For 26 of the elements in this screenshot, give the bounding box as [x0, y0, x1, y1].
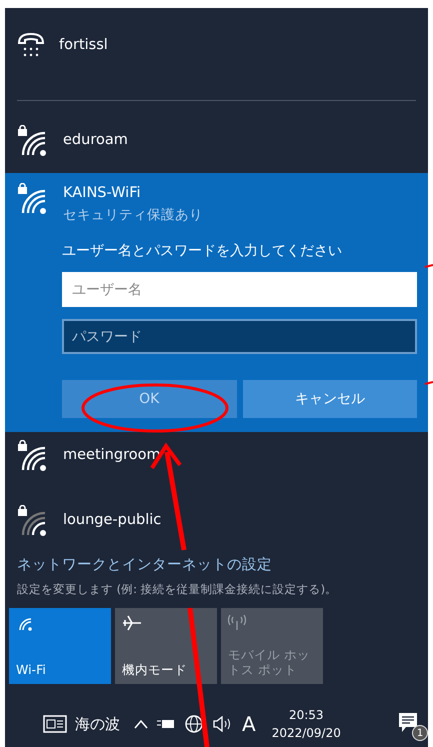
settings-description: 設定を変更します (例: 接続を従量制課金接続に設定する)。 [16, 580, 338, 598]
notification-count: 1 [412, 725, 428, 741]
tile-label: Wi-Fi [16, 662, 47, 678]
weather-text[interactable]: 海の波 [75, 712, 120, 736]
network-name: fortissl [59, 36, 108, 56]
quick-action-tile[interactable]: Wi-Fi [9, 608, 111, 684]
tile-label: 機内モード [122, 662, 188, 678]
network-name: meetingroom [63, 446, 161, 466]
settings-link[interactable]: ネットワークとインターネットの設定 [5, 555, 428, 577]
prompt-text: ユーザー名とパスワードを入力してください [62, 242, 342, 261]
quick-action-tile[interactable]: 機内モード [115, 608, 217, 684]
network-name: lounge-public [63, 511, 162, 530]
network-item[interactable]: eduroam [5, 109, 428, 173]
network-item[interactable]: lounge-public [5, 489, 428, 553]
tile-label: モバイル ホットス ポット [228, 646, 311, 678]
network-status: セキュリティ保護あり [63, 206, 203, 225]
network-item[interactable]: fortissl [5, 14, 428, 78]
username-field[interactable]: ユーザー名 [62, 272, 417, 307]
ime-indicator[interactable]: A [242, 709, 256, 739]
network-item[interactable]: meetingroom [5, 432, 428, 480]
date-text: 2022/09/20 [272, 725, 341, 742]
network-name: KAINS-WiFi [63, 184, 142, 203]
clock[interactable]: 20:53 2022/09/20 [272, 706, 341, 742]
password-field[interactable]: パスワード [62, 319, 417, 354]
time-text: 20:53 [288, 707, 324, 724]
network-name: eduroam [63, 131, 128, 150]
